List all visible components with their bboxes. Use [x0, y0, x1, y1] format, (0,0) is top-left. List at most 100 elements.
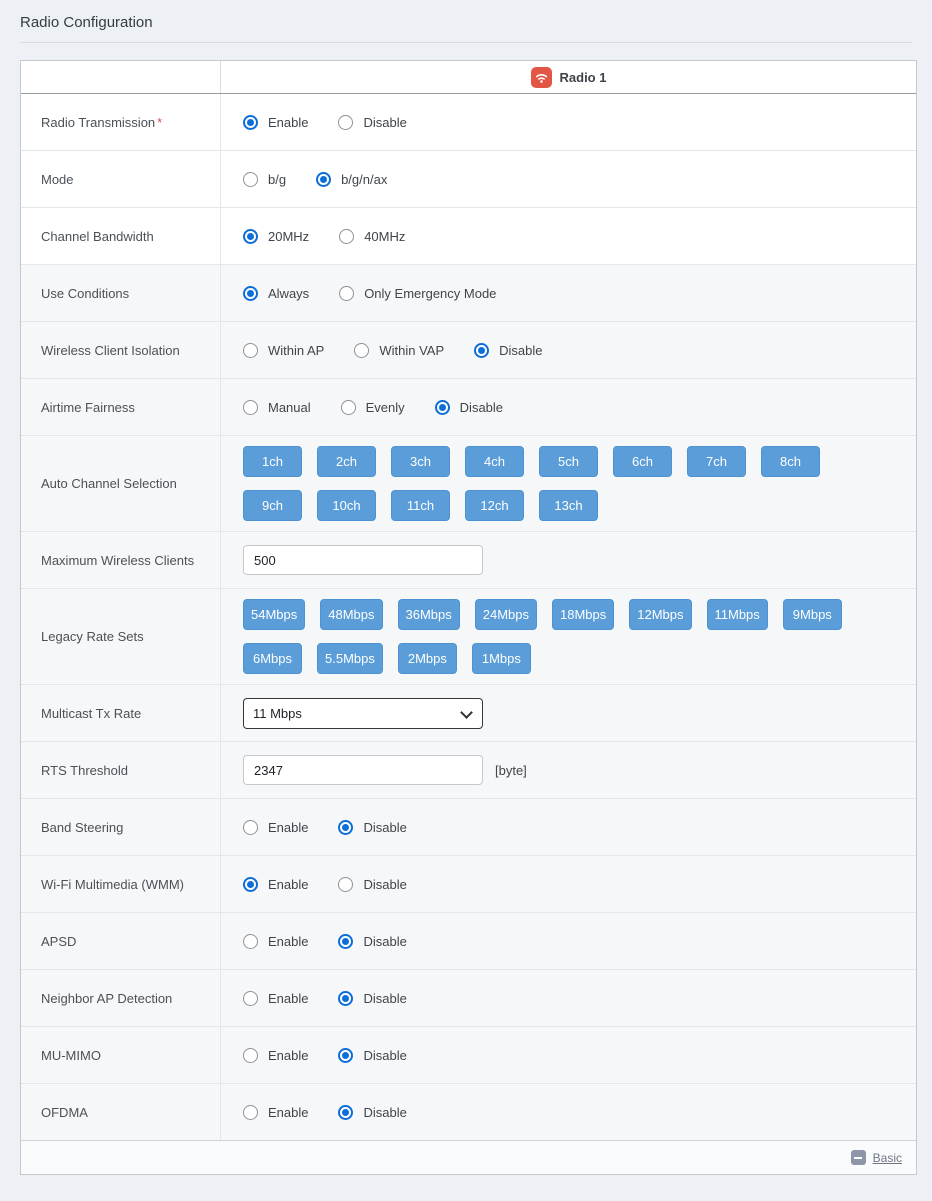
row-value: 11 Mbps [221, 685, 916, 741]
radio-option[interactable]: Enable [243, 820, 308, 835]
row-label: Legacy Rate Sets [21, 589, 221, 684]
radio-column-title: Radio 1 [560, 70, 607, 85]
row-label-text: Mode [41, 172, 74, 187]
channel-chip[interactable]: 10ch [317, 490, 376, 521]
radio-option[interactable]: Disable [338, 1105, 406, 1120]
channel-chip[interactable]: 5ch [539, 446, 598, 477]
radio-option[interactable]: 40MHz [339, 229, 405, 244]
channel-chip[interactable]: 2ch [317, 446, 376, 477]
radio-unselected-icon [243, 991, 258, 1006]
page-header: Radio Configuration [20, 14, 912, 43]
radio-unselected-icon [341, 400, 356, 415]
radio-option[interactable]: Enable [243, 934, 308, 949]
radio-selected-icon [474, 343, 489, 358]
header-radio-column: Radio 1 [221, 61, 916, 93]
channel-chip[interactable]: 7ch [687, 446, 746, 477]
table-row: Wireless Client IsolationWithin APWithin… [21, 322, 916, 379]
basic-toggle-link[interactable]: Basic [873, 1151, 902, 1165]
channel-chip[interactable]: 8ch [761, 446, 820, 477]
radio-option[interactable]: Within VAP [354, 343, 444, 358]
radio-option[interactable]: Enable [243, 1048, 308, 1063]
channel-chip[interactable]: 12ch [465, 490, 524, 521]
row-value: Enable Disable [221, 94, 916, 150]
chip-group: 1ch 2ch 3ch 4ch 5ch 6ch 7ch 8ch 9ch 10ch 11ch 12ch 1… [243, 446, 820, 521]
rate-chip[interactable]: 11Mbps [707, 599, 768, 630]
radio-option[interactable]: Evenly [341, 400, 405, 415]
select-wrap: 11 Mbps [243, 698, 483, 729]
radio-selected-icon [316, 172, 331, 187]
radio-option-label: Enable [268, 877, 308, 892]
row-label-text: Airtime Fairness [41, 400, 135, 415]
radio-option[interactable]: Disable [338, 877, 406, 892]
radio-option[interactable]: Disable [338, 1048, 406, 1063]
radio-option[interactable]: Always [243, 286, 309, 301]
rate-chip[interactable]: 48Mbps [320, 599, 382, 630]
radio-option[interactable]: Disable [338, 934, 406, 949]
row-value: Within AP Within VAP Disable [221, 322, 916, 378]
row-value: Always Only Emergency Mode [221, 265, 916, 321]
dropdown-select[interactable]: 11 Mbps [243, 698, 483, 729]
wifi-icon [531, 67, 552, 88]
rate-chip[interactable]: 24Mbps [475, 599, 537, 630]
rate-chip[interactable]: 9Mbps [783, 599, 842, 630]
radio-selected-icon [243, 877, 258, 892]
text-input[interactable] [243, 755, 483, 785]
rate-chip[interactable]: 2Mbps [398, 643, 457, 674]
channel-chip[interactable]: 3ch [391, 446, 450, 477]
table-row: Use ConditionsAlwaysOnly Emergency Mode [21, 265, 916, 322]
table-row: Maximum Wireless Clients [21, 532, 916, 589]
row-label-text: Maximum Wireless Clients [41, 553, 194, 568]
radio-selected-icon [338, 1048, 353, 1063]
rate-chip[interactable]: 36Mbps [398, 599, 460, 630]
rate-chip[interactable]: 5.5Mbps [317, 643, 383, 674]
channel-chip[interactable]: 1ch [243, 446, 302, 477]
channel-chip[interactable]: 11ch [391, 490, 450, 521]
rate-chip[interactable]: 6Mbps [243, 643, 302, 674]
radio-option-label: Disable [460, 400, 503, 415]
radio-option[interactable]: Enable [243, 1105, 308, 1120]
channel-chip[interactable]: 13ch [539, 490, 598, 521]
row-value: Enable Disable [221, 1027, 916, 1083]
radio-option[interactable]: Within AP [243, 343, 324, 358]
channel-chip[interactable]: 9ch [243, 490, 302, 521]
radio-option-label: Disable [363, 115, 406, 130]
radio-option[interactable]: b/g/n/ax [316, 172, 387, 187]
table-row: Legacy Rate Sets 54Mbps 48Mbps 36Mbps 24Mbps… [21, 589, 916, 685]
radio-option[interactable]: Disable [435, 400, 503, 415]
row-label-text: Wi-Fi Multimedia (WMM) [41, 877, 184, 892]
radio-option[interactable]: Disable [474, 343, 542, 358]
channel-chip[interactable]: 4ch [465, 446, 524, 477]
row-label: MU-MIMO [21, 1027, 221, 1083]
text-input[interactable] [243, 545, 483, 575]
row-label-text: Neighbor AP Detection [41, 991, 172, 1006]
rate-chip[interactable]: 18Mbps [552, 599, 614, 630]
radio-unselected-icon [243, 934, 258, 949]
row-label: Wi-Fi Multimedia (WMM) [21, 856, 221, 912]
radio-option[interactable]: Disable [338, 991, 406, 1006]
minus-icon[interactable] [851, 1150, 866, 1165]
row-value: 54Mbps 48Mbps 36Mbps 24Mbps 18Mbps 12Mbps 11Mb… [221, 589, 916, 684]
row-label-text: MU-MIMO [41, 1048, 101, 1063]
channel-chip[interactable]: 6ch [613, 446, 672, 477]
radio-option[interactable]: Manual [243, 400, 311, 415]
rate-chip[interactable]: 12Mbps [629, 599, 691, 630]
radio-option-label: Manual [268, 400, 311, 415]
radio-option[interactable]: Disable [338, 115, 406, 130]
radio-unselected-icon [243, 1105, 258, 1120]
radio-option[interactable]: 20MHz [243, 229, 309, 244]
table-body: Radio Transmission*EnableDisableModeb/gb… [21, 94, 916, 1141]
radio-option[interactable]: b/g [243, 172, 286, 187]
row-label: Neighbor AP Detection [21, 970, 221, 1026]
radio-option[interactable]: Enable [243, 115, 308, 130]
radio-option[interactable]: Enable [243, 877, 308, 892]
radio-option[interactable]: Disable [338, 820, 406, 835]
chip-group: 54Mbps 48Mbps 36Mbps 24Mbps 18Mbps 12Mbps 11Mb… [243, 599, 842, 674]
rate-chip[interactable]: 54Mbps [243, 599, 305, 630]
row-value: Enable Disable [221, 913, 916, 969]
rate-chip[interactable]: 1Mbps [472, 643, 531, 674]
radio-option[interactable]: Only Emergency Mode [339, 286, 496, 301]
radio-option[interactable]: Enable [243, 991, 308, 1006]
table-footer: Basic [21, 1141, 916, 1174]
row-label: Band Steering [21, 799, 221, 855]
radio-option-label: Disable [363, 877, 406, 892]
